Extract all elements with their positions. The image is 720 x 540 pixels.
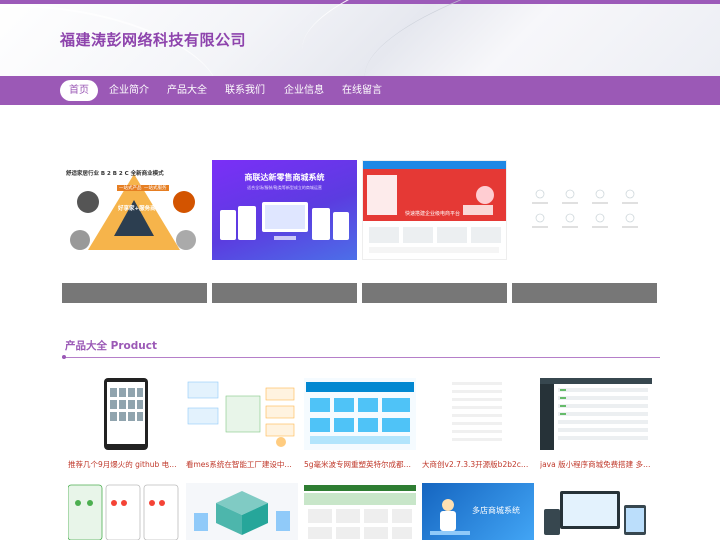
banner-caption-bar (62, 283, 207, 303)
product-thumb-10[interactable] (540, 483, 652, 540)
product-title-4[interactable]: 大商创v2.7.3.3开源版b2b2c多用... (422, 459, 534, 470)
isometric-factory-image (186, 483, 298, 540)
banner-ecommerce-page[interactable]: 快速搭建企业级电商平台 (362, 160, 507, 260)
banner2-devices-illustration (220, 202, 349, 240)
section-title-products[interactable]: 产品大全 Product (65, 338, 157, 353)
banner3-illustration (367, 175, 501, 253)
multi-device-image (540, 483, 652, 540)
banner-business-model[interactable]: 舒适家居行业 B 2 B 2 C 全新商业模式 一站式产品 一站式服务 好享家+… (62, 160, 207, 260)
feature-grid-icons (532, 189, 638, 228)
product-thumb-8[interactable] (304, 483, 416, 540)
product-thumb-3[interactable] (304, 378, 416, 450)
product-thumb-2[interactable] (186, 378, 298, 450)
banner-feature-grid[interactable] (512, 160, 657, 260)
banner1-tag: 一站式产品 (117, 185, 144, 191)
nav-item-contact[interactable]: 联系我们 (220, 80, 270, 101)
banner-caption-bar (212, 283, 357, 303)
site-header: 福建涛彭网络科技有限公司 (0, 0, 720, 76)
network-architecture-image (304, 378, 416, 450)
product-thumb-9[interactable]: 多店商城系统 (422, 483, 534, 540)
product-thumb-1[interactable] (68, 378, 180, 450)
company-logo-text[interactable]: 福建涛彭网络科技有限公司 (60, 29, 246, 50)
banner1-center: 好享家+服务商 (118, 206, 156, 212)
product-title-1[interactable]: 推荐几个9月爆火的 github 电商项目 (68, 459, 180, 470)
banner-mall-system[interactable]: 商联达新零售商城系统 适合全场/服装/鞋类等新型成立的商城运营 (212, 160, 357, 260)
nav-item-message[interactable]: 在线留言 (337, 80, 387, 101)
banner1-title: 舒适家居行业 B 2 B 2 C 全新商业模式 (66, 171, 164, 177)
section-divider-dot (62, 355, 66, 359)
product-thumb-4[interactable] (422, 378, 534, 450)
banner-caption-bar (362, 283, 507, 303)
section-divider (62, 357, 660, 358)
product-title-5[interactable]: java 版小程序商城免费搭建 多商... (540, 459, 652, 470)
nav-item-products[interactable]: 产品大全 (162, 80, 212, 101)
nav-item-company-info[interactable]: 企业信息 (279, 80, 329, 101)
web-store-image (304, 483, 416, 540)
mes-diagram-image (186, 378, 298, 450)
product-title-2[interactable]: 看mes系统在智能工厂建设中的位置 (186, 459, 298, 470)
product-thumb-5[interactable] (540, 378, 652, 450)
nav-item-about[interactable]: 企业简介 (104, 80, 154, 101)
product-thumb-6[interactable] (68, 483, 180, 540)
phone-mockup-image (104, 378, 148, 450)
product-thumb-7[interactable] (186, 483, 298, 540)
admin-dashboard-image (540, 378, 652, 450)
main-nav: 首页 企业简介 产品大全 联系我们 企业信息 在线留言 (0, 76, 720, 105)
nav-item-home[interactable]: 首页 (60, 80, 98, 101)
product-title-3[interactable]: 5g毫米波专网重塑英特尔成都工厂... (304, 459, 416, 470)
banner1-tag: 一站式服务 (142, 185, 169, 191)
banner-caption-bar (512, 283, 657, 303)
blank-grid-image (422, 378, 534, 450)
mobile-screens-image (68, 483, 180, 540)
card-label-multistore: 多店商城系统 (472, 506, 520, 515)
